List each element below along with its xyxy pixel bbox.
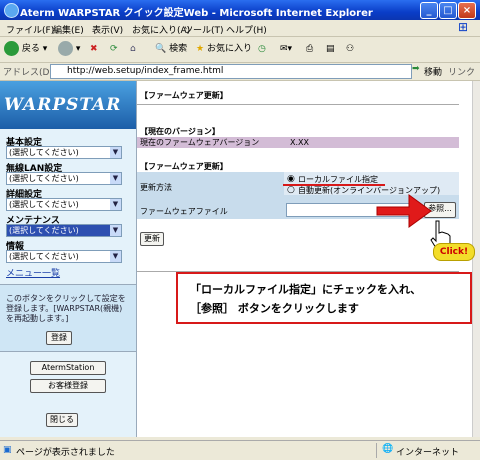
address-url: http://web.setup/index_frame.html: [67, 66, 224, 76]
page-icon: ▣: [3, 445, 12, 455]
menu-file[interactable]: ファイル(F): [6, 23, 54, 36]
menu-view[interactable]: 表示(V): [92, 23, 123, 36]
star-icon: ★: [196, 44, 205, 54]
save-button[interactable]: 登録: [46, 331, 72, 345]
windows-logo-icon: ⊞: [458, 20, 469, 34]
sidebar-select-maintenance[interactable]: (選択してください) ▼: [6, 224, 122, 237]
update-button[interactable]: 更新: [140, 232, 164, 246]
home-icon[interactable]: ⌂: [130, 41, 136, 58]
local-underline: [283, 184, 385, 186]
title-divider: [137, 104, 459, 105]
main-frame: 【ファームウェア更新】 【現在のバージョン】 現在のファームウェアバージョン X…: [137, 81, 480, 437]
chevron-down-icon: ▼: [110, 225, 121, 236]
forward-icon: [58, 41, 73, 56]
callout-line-2: ［参照］ ボタンをクリックします: [190, 302, 359, 315]
toolbar: 戻る ▾ ▾ ✖ ⟳ ⌂ 🔍 検索 ★ お気に入り ◷ ✉▾ ⎙ ▤ ⚇: [0, 37, 480, 63]
atermstation-button[interactable]: AtermStation: [30, 361, 106, 375]
callout-line-1: 「ローカルファイル指定」にチェックを入れ、: [190, 283, 422, 296]
go-button[interactable]: 移動: [424, 65, 442, 78]
update-heading: 【ファームウェア更新】: [140, 162, 228, 171]
address-input[interactable]: http://web.setup/index_frame.html: [50, 64, 412, 79]
refresh-icon[interactable]: ⟳: [110, 41, 118, 58]
internet-zone-icon: 🌐: [382, 444, 394, 454]
print-icon[interactable]: ⎙: [306, 41, 313, 58]
sidebar-select-advanced[interactable]: (選択してください) ▼: [6, 198, 122, 211]
menu-list-link[interactable]: メニュー一覧: [6, 266, 60, 279]
save-note: このボタンをクリックして設定を登録します。[WARPSTAR(親機)を再起動しま…: [6, 294, 126, 323]
menu-bar: ファイル(F) 編集(E) 表示(V) お気に入り(A) ツール(T) ヘルプ(…: [0, 20, 480, 37]
close-button[interactable]: 閉じる: [46, 413, 78, 427]
method-label: 更新方法: [140, 183, 172, 192]
red-arrow-icon: [376, 194, 432, 228]
current-version-heading: 【現在のバージョン】: [140, 127, 220, 136]
instruction-callout: 「ローカルファイル指定」にチェックを入れ、 ［参照］ ボタンをクリックします: [176, 272, 472, 324]
search-icon: 🔍: [155, 44, 167, 54]
click-badge: Click!: [433, 243, 475, 261]
close-window-button[interactable]: ×: [458, 2, 476, 19]
links-label[interactable]: リンク: [448, 65, 475, 78]
address-label: アドレス(D): [3, 68, 53, 78]
status-bar: ▣ ページが表示されました 🌐 インターネット: [0, 440, 480, 460]
current-version-value: X.XX: [290, 138, 309, 147]
status-divider: [376, 443, 377, 458]
menu-edit[interactable]: 編集(E): [53, 23, 84, 36]
chevron-down-icon: ▼: [110, 147, 121, 158]
chevron-down-icon: ▼: [110, 173, 121, 184]
ie-icon: [4, 3, 19, 18]
menu-favorites[interactable]: お気に入り(A): [132, 23, 190, 36]
radio-online[interactable]: ○: [287, 185, 295, 195]
customer-register-button[interactable]: お客様登録: [30, 379, 106, 393]
save-panel: このボタンをクリックして設定を登録します。[WARPSTAR(親機)を再起動しま…: [0, 284, 136, 352]
minimize-button[interactable]: _: [420, 2, 438, 19]
radio-local[interactable]: ◉: [287, 174, 295, 184]
edit-icon[interactable]: ▤: [326, 41, 335, 58]
search-button[interactable]: 🔍 検索: [155, 41, 187, 58]
window-title: Aterm WARPSTAR クイック設定Web - Microsoft Int…: [20, 8, 373, 19]
maximize-button[interactable]: □: [439, 2, 457, 19]
sidebar-select-info[interactable]: (選択してください) ▼: [6, 250, 122, 263]
address-bar: アドレス(D) http://web.setup/index_frame.htm…: [0, 63, 480, 81]
sidebar-select-basic[interactable]: (選択してください) ▼: [6, 146, 122, 159]
forward-button[interactable]: ▾: [58, 41, 80, 58]
chevron-down-icon: ▼: [110, 199, 121, 210]
current-version-label: 現在のファームウェアバージョン: [140, 138, 260, 147]
go-icon[interactable]: ➡: [412, 64, 420, 74]
menu-tools[interactable]: ツール(T): [184, 23, 224, 36]
favorites-button[interactable]: ★ お気に入り: [196, 41, 252, 58]
warpstar-logo: WARPSTAR: [0, 81, 136, 129]
page-title: 【ファームウェア更新】: [140, 91, 228, 100]
sidebar-select-wireless[interactable]: (選択してください) ▼: [6, 172, 122, 185]
window-titlebar: Aterm WARPSTAR クイック設定Web - Microsoft Int…: [0, 0, 480, 20]
scrollbar[interactable]: [472, 81, 480, 437]
zone-text: インターネット: [396, 448, 460, 458]
back-icon: [4, 41, 19, 56]
back-button[interactable]: 戻る ▾: [4, 41, 47, 58]
messenger-icon[interactable]: ⚇: [346, 41, 354, 58]
status-text: ページが表示されました: [16, 448, 115, 458]
menu-help[interactable]: ヘルプ(H): [226, 23, 267, 36]
chevron-down-icon: ▼: [110, 251, 121, 262]
sidebar: WARPSTAR 基本設定 (選択してください) ▼ 無線LAN設定 (選択してく…: [0, 81, 137, 437]
stop-icon[interactable]: ✖: [90, 41, 98, 58]
mail-icon[interactable]: ✉▾: [280, 41, 292, 58]
history-icon[interactable]: ◷: [258, 41, 266, 58]
current-version-row: 現在のファームウェアバージョン X.XX: [137, 137, 459, 148]
file-label: ファームウェアファイル: [140, 207, 228, 216]
